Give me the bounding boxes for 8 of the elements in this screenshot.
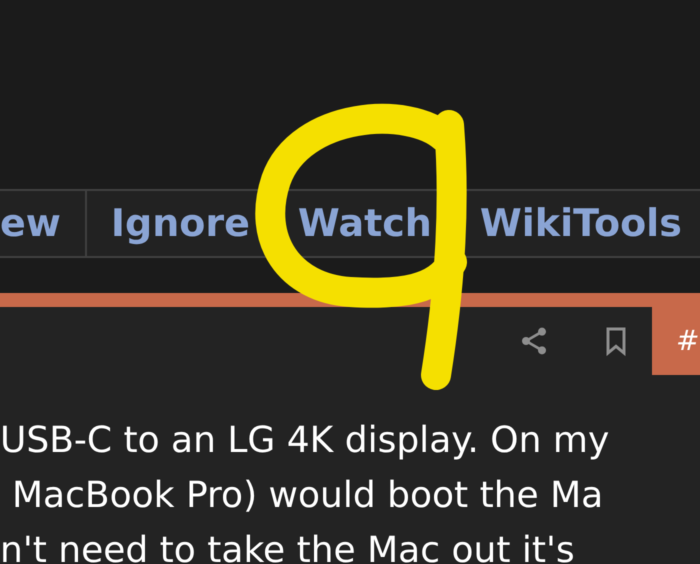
- nav-tab[interactable]: WikiTools: [456, 191, 700, 256]
- nav-tab[interactable]: ew: [0, 191, 85, 256]
- post-text-line: n't need to take the Mac out it's: [0, 529, 575, 564]
- nav-tab[interactable]: Ignore: [86, 191, 274, 256]
- post-text-line: USB-C to an LG 4K display. On my: [0, 419, 610, 463]
- post-text-line: MacBook Pro) would boot the Ma: [11, 474, 604, 518]
- permalink-button[interactable]: #: [652, 307, 700, 375]
- nav-tab[interactable]: Watch: [274, 191, 456, 256]
